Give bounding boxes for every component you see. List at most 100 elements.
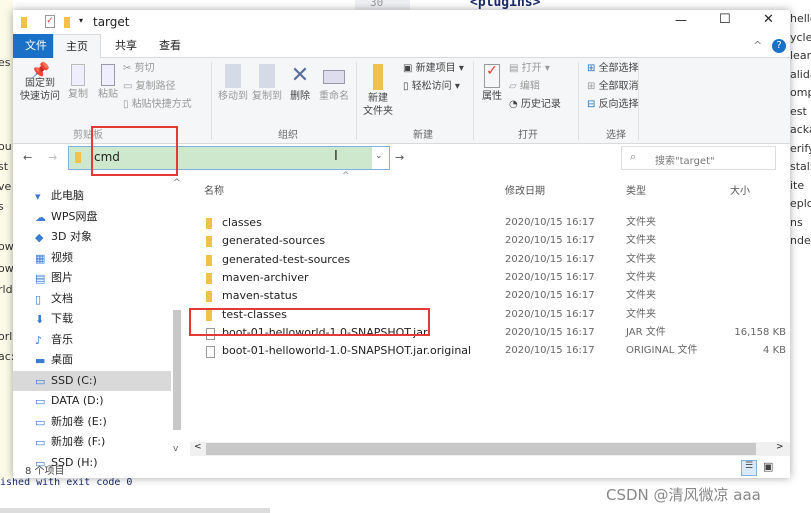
collapse-ribbon-icon[interactable]: ^ [753,39,762,52]
file-date: 2020/10/15 16:17 [505,290,595,302]
copy-path-button[interactable]: ▭ 复制路径 [123,80,176,93]
tab-home[interactable]: 主页 [53,34,101,58]
nav-item[interactable]: ▤ 图片 [35,268,73,288]
file-row[interactable]: generated-sources 2020/10/15 16:17 文件夹 [190,232,790,250]
back-button[interactable]: ← [23,151,32,164]
group-open-label: 打开 [518,130,538,141]
rename-icon [323,70,345,84]
file-name: boot-01-helloworld-1.0-SNAPSHOT.jar.orig… [222,344,472,358]
nav-item[interactable]: ▬ 桌面 [35,350,73,370]
history-button[interactable]: ◔ 历史记录 [509,98,561,111]
search-box[interactable]: ⌕ 搜索"target" [621,146,776,170]
ide-bg-text: ow [0,240,14,253]
column-date[interactable]: 修改日期 [505,182,545,197]
nav-scroll-up[interactable]: ^ [173,178,181,188]
ide-bg-text: acka [790,123,811,136]
nav-item[interactable]: ▭ 新加卷 (F:) [35,432,105,452]
close-button[interactable]: ✕ [763,12,774,27]
file-name: generated-test-sources [222,252,351,266]
group-organize-label: 组织 [278,130,298,141]
ide-bg-text: erify [790,141,811,155]
pin-quick-access-button[interactable]: 📌 固定到 快速访问 [19,63,61,103]
nav-item[interactable]: ▾ 此电脑 [35,186,84,206]
rename-button[interactable]: 重命名 [317,64,351,103]
edit-icon: ▱ [509,81,520,92]
easy-access-button[interactable]: ▯ 轻松访问 ▾ [403,80,460,93]
file-type: 文件夹 [626,235,656,247]
new-folder-button[interactable]: 新建 文件夹 [361,64,395,118]
address-dropdown-icon[interactable]: ⌄ [375,151,383,161]
ide-bg-text: ompi [790,86,811,99]
copy-button[interactable]: 复制 [65,64,91,101]
nav-item-icon: ♪ [35,333,43,347]
file-row[interactable]: maven-archiver 2020/10/15 16:17 文件夹 [190,269,790,287]
ide-bg-text: rld [0,283,13,296]
nav-item[interactable]: ▭ DATA (D:) [35,391,104,411]
nav-item[interactable]: ⬇ 下载 [35,309,73,329]
nav-item-icon: ▭ [35,436,46,449]
select-all-icon: ⊞ [587,63,599,74]
file-row[interactable]: classes 2020/10/15 16:17 文件夹 [190,214,790,232]
ide-bottom-bar [0,508,270,513]
ide-bg-text: hellow [790,12,811,25]
nav-item[interactable]: ♪ 音乐 [35,330,73,350]
group-select-label: 选择 [606,130,626,141]
open-button[interactable]: ▤ 打开 ▾ [509,62,550,75]
h-scrollbar[interactable]: < > [190,442,790,456]
nav-item[interactable]: ▭ 新加卷 (E:) [35,412,107,432]
new-folder-quick-icon[interactable] [64,17,70,28]
quick-access-dropdown-icon[interactable]: ▾ [79,16,83,25]
nav-item-label: 3D 对象 [51,230,92,243]
nav-scrollbar[interactable] [173,310,181,430]
go-button[interactable]: → [395,151,404,164]
column-type[interactable]: 类型 [626,182,646,197]
nav-item[interactable]: ☁ WPS网盘 [35,207,98,227]
nav-item-label: SSD (C:) [51,373,97,387]
help-icon[interactable]: ? [772,39,786,53]
minimize-button[interactable]: — [675,13,687,27]
nav-item[interactable]: ▭ SSD (C:) [13,370,171,391]
file-date: 2020/10/15 16:17 [505,253,595,265]
file-date: 2020/10/15 16:17 [505,271,595,283]
file-row[interactable]: boot-01-helloworld-1.0-SNAPSHOT.jar.orig… [190,342,790,360]
ide-bg-text: ycle [790,30,811,44]
ide-bg-text: ite [790,178,805,192]
properties-icon: ✓ [484,64,500,88]
forward-button[interactable]: → [48,151,57,164]
details-view-button[interactable]: ☰ [741,460,757,476]
ide-bg-text: eploy [790,197,811,210]
maximize-button[interactable]: ☐ [719,12,731,27]
large-icons-view-button[interactable]: ▣ [763,460,773,473]
file-row[interactable]: generated-test-sources 2020/10/15 16:17 文件… [190,251,790,269]
divider [211,62,212,140]
nav-item[interactable]: ◆ 3D 对象 [35,227,92,247]
search-input[interactable]: 搜索"target" [655,152,715,167]
edit-button[interactable]: ▱ 编辑 [509,80,540,93]
copy-to-icon [259,64,275,88]
properties-button[interactable]: ✓ 属性 [479,64,505,103]
copy-to-button[interactable]: 复制到 [251,64,283,103]
tab-share[interactable]: 共享 [103,34,149,58]
delete-button[interactable]: ✕ 删除 [285,62,315,103]
group-new-label: 新建 [413,130,433,141]
column-size[interactable]: 大小 [730,182,750,197]
nav-scroll-down[interactable]: v [173,444,178,454]
new-item-button[interactable]: ▣ 新建项目 ▾ [403,62,464,75]
invert-selection-button[interactable]: ⊟ 反向选择 [587,98,639,111]
move-to-button[interactable]: 移动到 [217,64,249,103]
file-type: ORIGINAL 文件 [626,345,698,357]
column-name[interactable]: 名称 [204,182,224,197]
nav-item-icon: ⬇ [35,313,45,326]
explorer-window: ✓ ▾ target — ☐ ✕ 文件 主页 共享 查看 ^ ? 📌 固定到 快速… [13,10,790,478]
paste-button[interactable]: 粘贴 [95,64,121,101]
tab-view[interactable]: 查看 [147,34,193,58]
select-none-button[interactable]: ⊞ 全部取消 [587,80,639,93]
nav-item[interactable]: ▦ 视频 [35,248,73,268]
nav-item[interactable]: ▯ 文档 [35,289,73,309]
cut-button[interactable]: ✂ 剪切 [123,62,155,75]
scissors-icon: ✂ [123,63,135,74]
paste-shortcut-button[interactable]: ▯ 粘贴快捷方式 [123,98,192,111]
properties-quick-icon[interactable]: ✓ [45,15,55,28]
select-all-button[interactable]: ⊞ 全部选择 [587,62,639,75]
file-row[interactable]: maven-status 2020/10/15 16:17 文件夹 [190,287,790,305]
